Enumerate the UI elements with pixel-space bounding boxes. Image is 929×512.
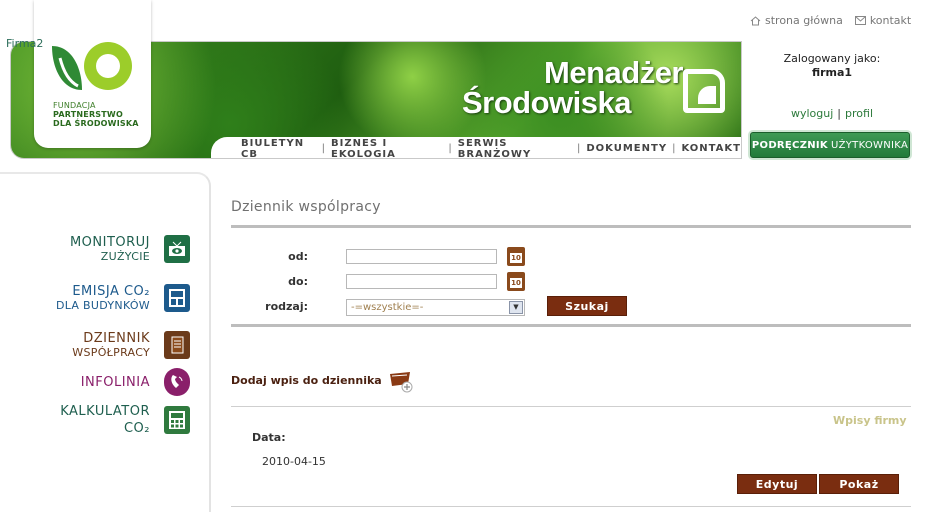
home-link-label: strona główna [765, 14, 843, 27]
manual-label-bold: PODRĘCZNIK [751, 139, 828, 151]
show-button[interactable]: Pokaż [819, 474, 899, 494]
sidebar-item-label: MONITORUJ [69, 235, 150, 250]
brand-line-2: Środowiska [462, 85, 632, 120]
add-entry-label: Dodaj wpis do dziennika [231, 373, 382, 387]
company-entries-link[interactable]: Wpisy firmy [833, 414, 907, 427]
sidebar-item-kalkulator[interactable]: KALKULATOR CO₂ [0, 404, 190, 436]
logged-in-label: Zalogowany jako: [783, 52, 881, 65]
sidebar-item-monitoruj[interactable]: MONITORUJ ZUŻYCIE [0, 235, 190, 264]
top-navigation: BIULETYN CB | BIZNES I EKOLOGIA | SERWIS… [211, 137, 741, 159]
from-label: od: [288, 250, 308, 263]
type-select-value: -=wszystkie=- [351, 302, 424, 313]
page-title: Dziennik wspólpracy [231, 199, 381, 215]
nav-separator: | [576, 143, 582, 154]
chevron-down-icon[interactable]: ▼ [509, 301, 523, 314]
nav-serwis[interactable]: SERWIS BRANŻOWY [458, 138, 572, 159]
date-from-field[interactable] [346, 249, 497, 264]
user-manual-button[interactable]: PODRĘCZNIK UŻYTKOWNIKA [750, 132, 910, 158]
add-note-icon [388, 370, 414, 393]
phone-icon [164, 368, 190, 396]
type-select[interactable]: -=wszystkie=- ▼ [346, 299, 525, 316]
brand-line-1: Menadżer [544, 55, 683, 90]
logged-in-user: firma1 [811, 66, 853, 79]
brand-logo-icon [683, 69, 725, 113]
nav-dokumenty[interactable]: DOKUMENTY [586, 143, 667, 154]
sidebar-item-emisja[interactable]: EMISJA CO₂ DLA BUDYNKÓW [0, 284, 190, 313]
user-links: wyloguj | profil [742, 107, 922, 120]
sidebar-item-infolinia[interactable]: INFOLINIA [0, 368, 190, 396]
nav-biznes[interactable]: BIZNES I EKOLOGIA [331, 138, 443, 159]
sidebar-item-dziennik[interactable]: DZIENNIK WSPÓŁPRACY [0, 331, 190, 360]
home-link[interactable]: strona główna [750, 14, 843, 27]
entry-date-value: 2010-04-15 [262, 455, 326, 468]
sidebar-item-sublabel: ZUŻYCIE [100, 250, 150, 263]
nav-kontakt[interactable]: KONTAKT [681, 143, 741, 154]
logo-line-1: FUNDACJA [53, 101, 96, 110]
entry-date-label: Data: [252, 431, 286, 444]
sidebar-item-label: KALKULATOR [60, 404, 150, 419]
contact-link[interactable]: kontakt [854, 14, 912, 27]
tv-eye-icon [164, 235, 190, 263]
to-label: do: [288, 275, 308, 288]
contact-link-label: kontakt [869, 14, 912, 27]
nav-biuletyn[interactable]: BIULETYN CB [241, 138, 317, 159]
manual-label-rest: UŻYTKOWNIKA [830, 139, 909, 151]
title-divider [231, 225, 911, 228]
envelope-icon [854, 16, 866, 25]
logo-text: FUNDACJA PARTNERSTWO DLA ŚRODOWISKA [53, 101, 139, 128]
date-to-field[interactable] [346, 274, 497, 289]
nav-separator: | [321, 143, 327, 154]
user-panel: Zalogowany jako: firma1 wyloguj | profil [742, 52, 922, 120]
calendar-to-icon[interactable]: 10 [507, 272, 525, 291]
home-icon [750, 15, 761, 25]
foundation-logo[interactable]: FUNDACJA PARTNERSTWO DLA ŚRODOWISKA [34, 0, 151, 148]
logo-line-2: PARTNERSTWO [53, 110, 123, 119]
nav-separator: | [672, 143, 677, 154]
sidebar-item-label: INFOLINIA [80, 375, 150, 390]
leaf-logo-icon [52, 42, 132, 90]
entries-divider [231, 406, 911, 407]
co2-calculator-icon [164, 406, 190, 434]
top-links: strona główna kontakt [750, 14, 911, 27]
sidebar-item-label: DZIENNIK [83, 331, 150, 346]
co2-building-icon [164, 284, 190, 312]
calendar-from-icon[interactable]: 10 [507, 247, 525, 266]
notebook-icon [164, 331, 190, 359]
user-links-separator: | [837, 107, 842, 120]
company-name[interactable]: Firma2 [6, 37, 43, 50]
sidebar-item-sublabel: WSPÓŁPRACY [72, 346, 150, 359]
add-entry-button[interactable]: Dodaj wpis do dziennika [231, 370, 414, 393]
sidebar-item-sublabel: CO₂ [123, 421, 150, 436]
sidebar-item-sublabel: DLA BUDYNKÓW [55, 299, 150, 312]
sidebar-item-label: EMISJA CO₂ [72, 284, 150, 299]
type-label: rodzaj: [265, 300, 308, 313]
edit-button[interactable]: Edytuj [737, 474, 817, 494]
entry-divider [231, 506, 911, 507]
nav-separator: | [448, 143, 453, 154]
search-button[interactable]: Szukaj [547, 296, 627, 316]
profile-link[interactable]: profil [845, 107, 873, 120]
logout-link[interactable]: wyloguj [791, 107, 833, 120]
logo-line-3: DLA ŚRODOWISKA [53, 119, 139, 128]
brand-title: Menadżer Środowiska [462, 55, 684, 120]
form-divider [231, 324, 911, 327]
